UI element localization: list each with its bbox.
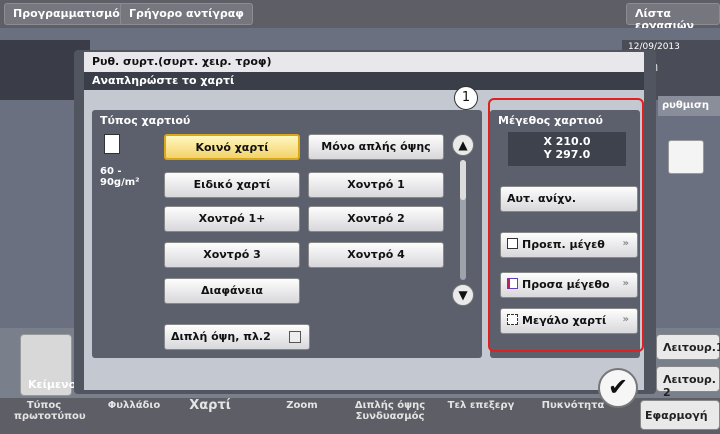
doc-mode-label: Κείμενο: [28, 378, 77, 391]
paper-type-single-side[interactable]: Μόνο απλής όψης: [308, 134, 444, 160]
paper-type-thick-1[interactable]: Χοντρό 1: [308, 172, 444, 198]
function-2-button[interactable]: Λειτουρ. 2: [656, 366, 720, 399]
scrollbar-thumb[interactable]: [460, 160, 466, 200]
ok-check-icon[interactable]: ✔: [598, 368, 638, 408]
tab-paper[interactable]: Χαρτί: [180, 399, 240, 412]
function-1-button[interactable]: Λειτουρ.1: [656, 334, 720, 360]
paper-size-highlight: [488, 98, 644, 352]
job-list-button[interactable]: Λίστα εργασιών: [626, 3, 720, 32]
tab-density[interactable]: Πυκνότητα: [538, 400, 608, 411]
paper-type-special[interactable]: Ειδικό χαρτί: [164, 172, 300, 198]
paper-sheet-icon: [104, 134, 120, 154]
apply-button[interactable]: Εφαρμογή: [640, 400, 720, 430]
paper-type-transparency[interactable]: Διαφάνεια: [164, 278, 300, 304]
scroll-down-button[interactable]: ▼: [452, 284, 474, 306]
callout-number: 1: [454, 86, 478, 110]
page-icon[interactable]: [668, 140, 704, 174]
paper-type-title: Τύπος χαρτιού: [100, 114, 191, 127]
tab-booklet[interactable]: Φυλλάδιο: [104, 400, 164, 411]
tab-duplex-combine[interactable]: Διπλής όψης Συνδυασμός: [350, 400, 430, 422]
paper-weight: 60 - 90g/m²: [100, 166, 140, 188]
paper-type-thick-1-plus[interactable]: Χοντρό 1+: [164, 206, 300, 232]
dialog-subtitle: Αναπληρώστε το χαρτί: [84, 72, 644, 90]
top-bar: Προγραμματισμός Γρήγορο αντίγραφ Λίστα ε…: [0, 0, 720, 32]
paper-type-plain[interactable]: Κοινό χαρτί: [164, 134, 300, 160]
tab-finishing[interactable]: Τελ επεξεργ: [444, 400, 518, 411]
tab-zoom[interactable]: Zoom: [272, 400, 332, 411]
tab-programs[interactable]: Προγραμματισμός: [4, 3, 136, 25]
duplex-label: Διπλή όψη, πλ.2: [171, 330, 271, 343]
settings-label[interactable]: ρυθμιση: [658, 96, 720, 116]
duplex-side2-toggle[interactable]: Διπλή όψη, πλ.2: [164, 324, 310, 350]
dialog-title: Ρυθ. συρτ.(συρτ. χειρ. τροφ): [84, 52, 644, 72]
scroll-up-button[interactable]: ▲: [452, 134, 474, 156]
paper-type-thick-4[interactable]: Χοντρό 4: [308, 242, 444, 268]
paper-type-thick-3[interactable]: Χοντρό 3: [164, 242, 300, 268]
tab-original-type[interactable]: Τύπος πρωτοτύπου: [14, 400, 86, 422]
checkbox-icon[interactable]: [289, 331, 301, 343]
tab-quick-copy[interactable]: Γρήγορο αντίγραφ: [120, 3, 253, 25]
paper-type-thick-2[interactable]: Χοντρό 2: [308, 206, 444, 232]
